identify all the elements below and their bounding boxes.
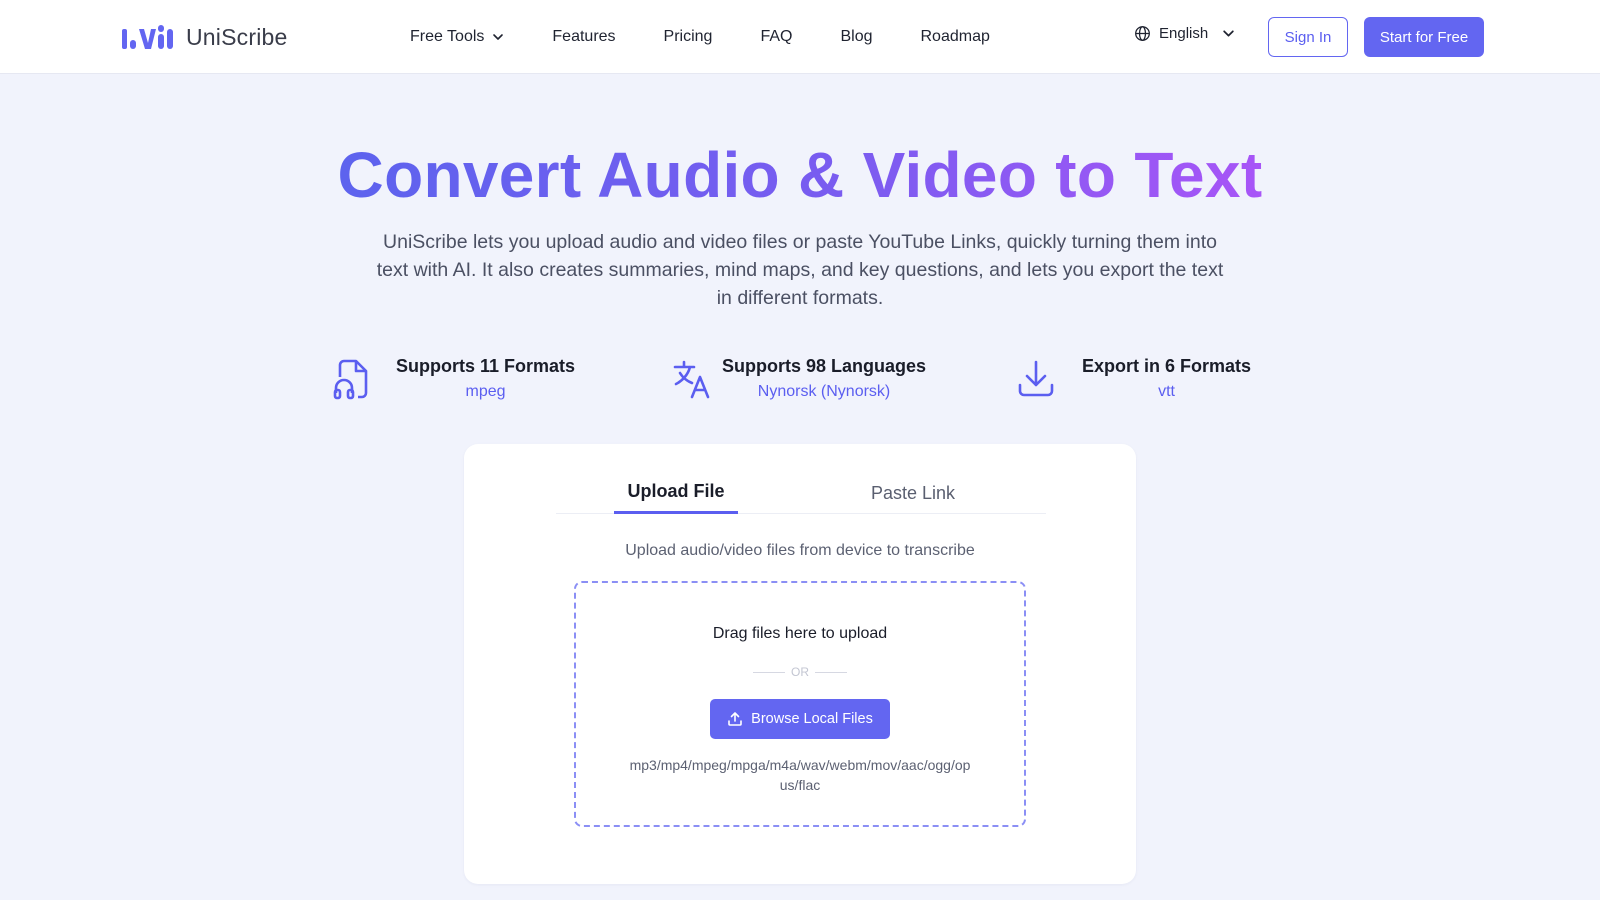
dropzone-title: Drag files here to upload [712,625,888,642]
feature-languages-title: Supports 98 Languages [722,356,927,376]
feature-formats-title: Supports 11 Formats [396,356,576,376]
language-selector[interactable]: English [1134,25,1235,42]
nav-features[interactable]: Features [552,28,615,46]
or-divider: OR [576,665,1024,679]
start-for-free-button[interactable]: Start for Free [1364,17,1484,57]
hero-subtitle: UniScribe lets you upload audio and vide… [376,231,1224,309]
feature-formats: Supports 11 Formats mpeg [332,354,575,402]
upload-icon [728,712,742,726]
tab-upload-file[interactable]: Upload File [614,472,738,514]
logo-mark-icon [122,25,173,49]
feature-formats-text: Supports 11 Formats mpeg [396,354,575,402]
nav-free-tools[interactable]: Free Tools [410,28,504,46]
divider-line [753,671,785,673]
file-music-icon [333,359,368,400]
upload-tabs: Upload File Paste Link [556,472,1046,514]
or-label: OR [791,665,809,679]
translate-icon [673,360,710,399]
nav-faq[interactable]: FAQ [760,28,792,46]
divider-line [815,671,847,673]
feature-export-text: Export in 6 Formats vtt [1082,354,1251,402]
nav-pricing[interactable]: Pricing [664,28,713,46]
sign-in-button[interactable]: Sign In [1268,17,1348,57]
tab-paste-link[interactable]: Paste Link [851,472,975,514]
chevron-down-icon [493,34,504,40]
feature-languages: Supports 98 Languages Nynorsk (Nynorsk) [672,354,926,402]
nav-roadmap[interactable]: Roadmap [921,28,990,46]
nav-free-tools-label: Free Tools [410,28,485,45]
globe-icon [1135,26,1150,41]
hero-title-text: Convert Audio & Video to Text [337,139,1263,211]
browse-label: Browse Local Files [751,711,873,727]
feature-languages-value: Nynorsk (Nynorsk) [757,383,891,400]
browse-local-files-button[interactable]: Browse Local Files [710,699,890,739]
main-nav: Free Tools Features Pricing FAQ Blog Roa… [410,26,1038,48]
file-dropzone[interactable]: Drag files here to upload OR Browse Loca… [574,581,1026,827]
language-label: English [1159,25,1209,42]
brand-logo[interactable]: UniScribe [122,22,288,52]
feature-export: Export in 6 Formats vtt [1016,354,1251,402]
top-navbar: UniScribe Free Tools Features Pricing FA… [0,0,1600,74]
hero-title: Convert Audio & Video to Text [0,138,1600,212]
feature-export-title: Export in 6 Formats [1082,356,1252,376]
brand-name: UniScribe [186,23,288,50]
download-icon [1018,360,1054,397]
upload-description: Upload audio/video files from device to … [625,542,975,559]
feature-formats-value: mpeg [465,383,506,400]
feature-export-value: vtt [1158,383,1175,400]
chevron-down-icon [1223,30,1234,37]
upload-card: Upload File Paste Link Upload audio/vide… [464,444,1136,884]
supported-formats: mp3/mp4/mpeg/mpga/m4a/wav/webm/mov/aac/o… [629,757,971,793]
nav-blog[interactable]: Blog [840,28,872,46]
feature-languages-text: Supports 98 Languages Nynorsk (Nynorsk) [722,354,926,402]
